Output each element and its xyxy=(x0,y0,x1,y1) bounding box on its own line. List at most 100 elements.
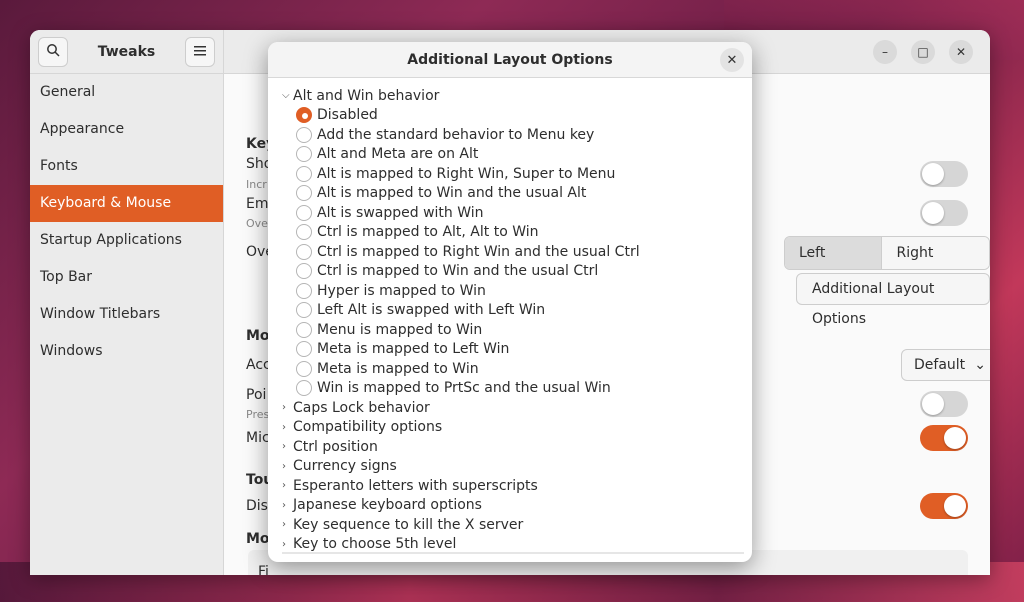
panel-label: Fi xyxy=(258,564,269,575)
radio-option[interactable]: Meta is mapped to Left Win xyxy=(282,340,752,360)
pointer-toggle[interactable] xyxy=(920,391,968,417)
chevron-right-icon: › xyxy=(282,441,286,453)
group-collapsed[interactable]: › Currency signs xyxy=(282,457,752,477)
chevron-right-icon: › xyxy=(282,519,286,531)
sidebar-list: General Appearance Fonts Keyboard & Mouse St… xyxy=(30,74,223,370)
radio-option[interactable]: Win is mapped to PrtSc and the usual Win xyxy=(282,379,752,399)
sidebar-header: Tweaks xyxy=(30,30,223,74)
radio-label: Menu is mapped to Win xyxy=(317,321,483,338)
middle-click-toggle[interactable] xyxy=(920,425,968,451)
additional-layout-options-button[interactable]: Additional Layout Options xyxy=(796,273,990,327)
group-collapsed[interactable]: › Ctrl position xyxy=(282,437,752,457)
emacs-sub: Ove xyxy=(246,217,268,230)
radio-option[interactable]: Disabled xyxy=(282,106,752,126)
radio-button[interactable] xyxy=(296,263,312,280)
search-button[interactable] xyxy=(38,36,68,67)
radio-option[interactable]: Alt is mapped to Win and the usual Alt xyxy=(282,184,752,204)
sidebar-item[interactable]: General xyxy=(30,74,223,111)
radio-label: Alt is mapped to Win and the usual Alt xyxy=(317,185,587,202)
show-toggle[interactable] xyxy=(920,161,968,187)
close-icon: ✕ xyxy=(955,45,967,59)
radio-button[interactable] xyxy=(296,126,312,143)
mouse-heading: Mo xyxy=(246,328,270,344)
sidebar-item[interactable]: Fonts xyxy=(30,148,223,185)
minimize-button[interactable]: – xyxy=(873,40,897,64)
group-label: Esperanto letters with superscripts xyxy=(293,477,538,494)
dialog-close-button[interactable]: ✕ xyxy=(720,48,744,72)
emacs-toggle[interactable] xyxy=(920,200,968,226)
sidebar-item[interactable]: Window Titlebars xyxy=(30,296,223,333)
options-tree: ⌵ Alt and Win behavior Disabled Add the s… xyxy=(268,78,752,554)
radio-button[interactable] xyxy=(296,165,312,182)
radio-label: Ctrl is mapped to Win and the usual Ctrl xyxy=(317,263,599,280)
mouse2-heading: Mo xyxy=(246,531,270,547)
disable-toggle[interactable] xyxy=(920,493,968,519)
radio-label: Win is mapped to PrtSc and the usual Win xyxy=(317,380,611,397)
close-icon: ✕ xyxy=(726,52,738,68)
radio-button[interactable] xyxy=(296,341,312,358)
accel-dropdown[interactable]: Default ⌄ xyxy=(901,349,990,381)
radio-button[interactable] xyxy=(296,282,312,299)
chevron-down-icon: ⌵ xyxy=(282,90,290,102)
sidebar-item[interactable]: Startup Applications xyxy=(30,222,223,259)
group-list: › Caps Lock behavior › Compatibility option… xyxy=(282,398,752,554)
option-list: Disabled Add the standard behavior to Men… xyxy=(282,106,752,399)
radio-button[interactable] xyxy=(296,302,312,319)
middle-click-label: Mic xyxy=(246,430,270,446)
radio-button[interactable] xyxy=(296,380,312,397)
radio-label: Disabled xyxy=(317,107,378,124)
radio-label: Alt is mapped to Right Win, Super to Men… xyxy=(317,165,616,182)
radio-option[interactable]: Alt is swapped with Win xyxy=(282,203,752,223)
radio-label: Meta is mapped to Win xyxy=(317,360,479,377)
radio-label: Alt is swapped with Win xyxy=(317,204,484,221)
radio-option[interactable]: Ctrl is mapped to Win and the usual Ctrl xyxy=(282,262,752,282)
overview-key-selector: Left Super Right Super xyxy=(784,236,990,270)
radio-label: Ctrl is mapped to Right Win and the usua… xyxy=(317,243,640,260)
group-collapsed[interactable]: › Caps Lock behavior xyxy=(282,398,752,418)
radio-button[interactable] xyxy=(296,204,312,221)
radio-option[interactable]: Alt and Meta are on Alt xyxy=(282,145,752,165)
sidebar-item[interactable]: Keyboard & Mouse xyxy=(30,185,223,222)
radio-button[interactable] xyxy=(296,146,312,163)
radio-option[interactable]: Add the standard behavior to Menu key xyxy=(282,125,752,145)
chevron-down-icon: ⌄ xyxy=(974,357,986,373)
hamburger-icon xyxy=(194,44,206,60)
sidebar-item[interactable]: Windows xyxy=(30,333,223,370)
group-collapsed[interactable]: › Compatibility options xyxy=(282,418,752,438)
maximize-button[interactable]: □ xyxy=(911,40,935,64)
radio-option[interactable]: Alt is mapped to Right Win, Super to Men… xyxy=(282,164,752,184)
sidebar-item[interactable]: Top Bar xyxy=(30,259,223,296)
dialog-title: Additional Layout Options xyxy=(407,51,613,68)
show-sub: Incr xyxy=(246,178,267,191)
chevron-right-icon: › xyxy=(282,421,286,433)
group-label: Ctrl position xyxy=(293,438,378,455)
radio-button[interactable] xyxy=(296,107,312,124)
radio-option[interactable]: Menu is mapped to Win xyxy=(282,320,752,340)
sidebar-item[interactable]: Appearance xyxy=(30,111,223,148)
group-label: Japanese keyboard options xyxy=(293,497,482,514)
group-label: Key sequence to kill the X server xyxy=(293,516,524,533)
group-collapsed[interactable]: › Japanese keyboard options xyxy=(282,496,752,516)
radio-button[interactable] xyxy=(296,224,312,241)
radio-button[interactable] xyxy=(296,185,312,202)
radio-option[interactable]: Meta is mapped to Win xyxy=(282,359,752,379)
radio-option[interactable]: Ctrl is mapped to Alt, Alt to Win xyxy=(282,223,752,243)
menu-button[interactable] xyxy=(185,36,215,67)
group-expanded[interactable]: ⌵ Alt and Win behavior xyxy=(282,86,752,106)
left-super-option[interactable]: Left Super xyxy=(785,237,883,269)
radio-option[interactable]: Left Alt is swapped with Left Win xyxy=(282,301,752,321)
radio-option[interactable]: Ctrl is mapped to Right Win and the usua… xyxy=(282,242,752,262)
radio-label: Add the standard behavior to Menu key xyxy=(317,126,595,143)
radio-button[interactable] xyxy=(296,360,312,377)
right-super-option[interactable]: Right Super xyxy=(882,237,989,269)
radio-button[interactable] xyxy=(296,243,312,260)
group-collapsed[interactable]: › Key sequence to kill the X server xyxy=(282,515,752,535)
group-collapsed[interactable]: › Esperanto letters with superscripts xyxy=(282,476,752,496)
close-window-button[interactable]: ✕ xyxy=(949,40,973,64)
radio-option[interactable]: Hyper is mapped to Win xyxy=(282,281,752,301)
additional-layout-options-dialog: Additional Layout Options ✕ ⌵ Alt and Wi… xyxy=(268,42,752,562)
radio-button[interactable] xyxy=(296,321,312,338)
accel-value: Default xyxy=(914,357,966,373)
chevron-right-icon: › xyxy=(282,499,286,511)
chevron-right-icon: › xyxy=(282,538,286,550)
